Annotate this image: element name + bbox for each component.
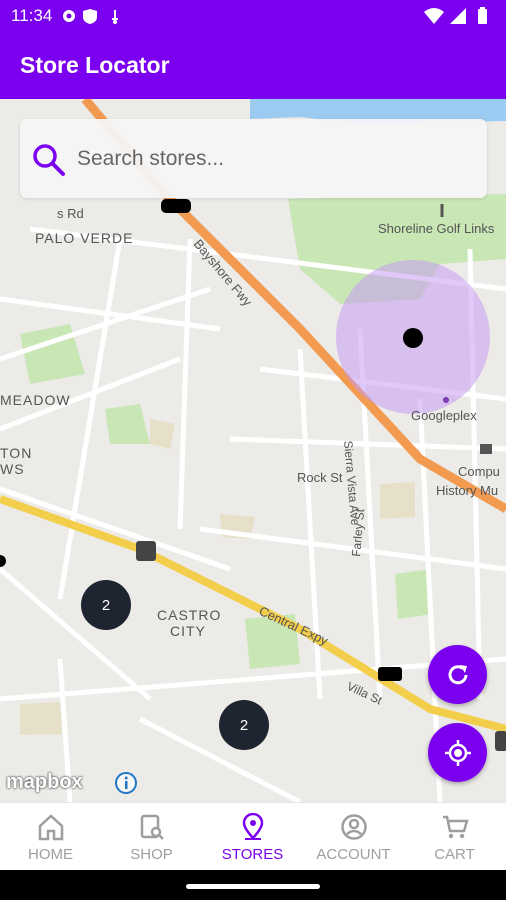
nav-shop[interactable]: SHOP <box>101 803 202 871</box>
nav-home[interactable]: HOME <box>0 803 101 871</box>
map-label-castro-2: CITY <box>170 623 206 639</box>
status-bar: 11:34 <box>0 0 506 32</box>
wifi-icon <box>424 8 444 24</box>
nav-cart-label: CART <box>434 846 475 863</box>
nav-account-label: ACCOUNT <box>316 846 391 863</box>
nav-account[interactable]: ACCOUNT <box>303 803 404 871</box>
refresh-button[interactable] <box>428 645 487 704</box>
map-label-castro-1: CASTRO <box>157 607 221 623</box>
museum-icon <box>480 444 492 454</box>
account-icon <box>341 814 367 840</box>
home-icon <box>38 814 64 841</box>
page-title: Store Locator <box>20 52 170 78</box>
battery-icon <box>478 7 487 24</box>
nav-cart[interactable]: CART <box>404 803 505 871</box>
cluster-count: 2 <box>101 596 111 614</box>
map-view[interactable]: PALO VERDE s Rd Bayshore Fwy Shoreline G… <box>0 99 506 802</box>
signal-icon <box>450 8 466 24</box>
map-label-meadow: MEADOW <box>0 392 71 408</box>
nav-stores[interactable]: STORES <box>202 803 303 871</box>
cart-icon <box>443 815 469 839</box>
home-gesture-pill[interactable] <box>186 884 320 889</box>
map-label-palo-verde: PALO VERDE <box>35 230 133 246</box>
nav-home-label: HOME <box>28 846 73 863</box>
map-label-ton: TON <box>0 445 32 461</box>
status-time: 11:34 <box>11 6 53 25</box>
shop-search-icon <box>140 814 164 840</box>
map-label-googleplex: Googleplex <box>411 408 477 423</box>
location-pin-icon <box>242 813 264 840</box>
refresh-icon <box>448 664 467 684</box>
map-label-ws: WS <box>0 461 25 477</box>
store-cluster-marker[interactable]: 2 <box>219 700 269 750</box>
nav-stores-label: STORES <box>221 846 284 863</box>
map-label-rock-st: Rock St <box>297 470 343 485</box>
mapbox-logo: mapbox <box>6 771 83 793</box>
map-tiles: PALO VERDE s Rd Bayshore Fwy Shoreline G… <box>0 99 506 802</box>
usb-icon <box>112 10 118 24</box>
map-label-shoreline: Shoreline Golf Links <box>378 221 495 236</box>
gear-icon <box>63 10 75 22</box>
map-label-computer-2: History Mu <box>436 483 498 498</box>
info-icon[interactable] <box>114 771 138 795</box>
app-bar: Store Locator <box>0 32 506 99</box>
search-input[interactable]: Search stores... <box>77 147 224 171</box>
my-location-button[interactable] <box>428 723 487 782</box>
system-nav-bar <box>0 870 506 900</box>
cluster-count: 2 <box>239 716 249 734</box>
status-icons-right <box>424 7 487 24</box>
search-icon <box>33 144 65 176</box>
bottom-nav: HOME SHOP STORES ACCOUNT CART <box>0 802 506 871</box>
status-icons-left <box>63 9 118 24</box>
map-label-rd: s Rd <box>57 206 84 221</box>
store-cluster-marker[interactable]: 2 <box>81 580 131 630</box>
shield-icon <box>83 9 97 24</box>
search-bar[interactable]: Search stores... <box>20 119 487 198</box>
nav-shop-label: SHOP <box>130 846 173 863</box>
map-label-computer-1: Compu <box>458 464 500 479</box>
my-location-icon <box>444 739 471 766</box>
